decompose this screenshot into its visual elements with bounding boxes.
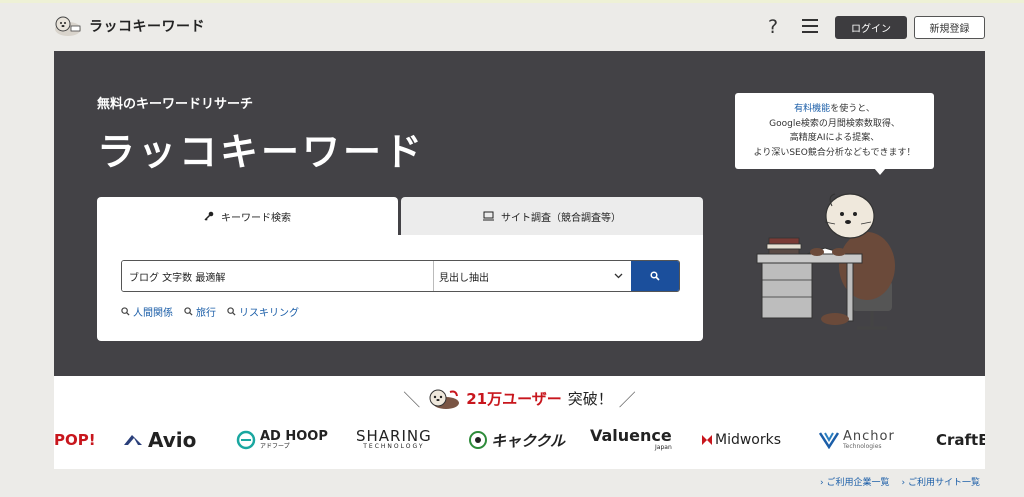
- client-logo-sharing-text: SHARING: [356, 426, 432, 445]
- premium-features-link[interactable]: 有料機能: [794, 104, 830, 114]
- user-count-suffix: 突破！: [567, 390, 613, 408]
- top-accent-line: [0, 0, 1024, 3]
- search-box: 見出し抽出: [121, 260, 680, 292]
- logo-text: ラッコキーワード: [89, 19, 205, 35]
- search-icon: [121, 307, 130, 316]
- tab-site-research-label: サイト調査（競合調査等）: [501, 212, 621, 224]
- client-logo-valuence-subtext: Japan: [655, 444, 672, 451]
- monitor-icon: [483, 211, 494, 221]
- suggestion-link[interactable]: 旅行: [184, 304, 216, 319]
- help-icon[interactable]: ?: [768, 17, 778, 37]
- hero-section: 無料のキーワードリサーチ ラッコキーワード キーワード検索 サイト調査（競合調査…: [54, 51, 985, 376]
- user-count: 21万ユーザー: [466, 390, 562, 408]
- search-panel: 見出し抽出 人間関係 旅行: [97, 235, 703, 341]
- site-logo[interactable]: ラッコキーワード: [53, 14, 205, 38]
- client-logo-sharing: SHARING TECHNOLOGY: [356, 426, 432, 454]
- client-logo-pop: POP!: [54, 426, 96, 454]
- chevron-down-icon: [614, 273, 623, 279]
- client-logo-craft: CraftB: [936, 426, 985, 454]
- client-logo-anchor-text: Anchor: [843, 429, 895, 444]
- bubble-tail: [874, 168, 886, 175]
- bubble-line-1: を使うと、: [830, 104, 875, 114]
- tab-keyword-search-label: キーワード検索: [221, 212, 291, 224]
- adhoop-mark-icon: [236, 430, 256, 450]
- client-logo-adhoop: AD HOOP アドフープ: [236, 426, 328, 454]
- search-button[interactable]: [631, 261, 679, 291]
- client-logo-anchor-subtext: Technologies: [843, 443, 882, 450]
- midworks-mark-icon: [702, 435, 712, 445]
- hero-subtitle: 無料のキーワードリサーチ: [97, 97, 254, 112]
- tab-site-research[interactable]: サイト調査（競合調査等）: [401, 197, 703, 235]
- suggestion-link[interactable]: リスキリング: [227, 304, 299, 319]
- slash-right: ／: [618, 391, 636, 411]
- search-mode-value: 見出し抽出: [439, 272, 489, 284]
- suggestion-label: リスキリング: [239, 308, 299, 319]
- hero-title: ラッコキーワード: [97, 130, 426, 174]
- suggestion-label: 人間関係: [133, 308, 173, 319]
- client-logo-anchor: Anchor Technologies: [819, 426, 895, 454]
- client-logo-valuence-text: Valuence: [590, 426, 672, 445]
- kyakkuru-mark-icon: [469, 431, 487, 449]
- client-logo-kyakkuru-text: キャククル: [491, 431, 565, 450]
- footer-links: › ご利用企業一覧 › ご利用サイト一覧: [820, 475, 980, 488]
- client-companies-link-label: ご利用企業一覧: [826, 478, 890, 488]
- client-logo-midworks-text: Midworks: [715, 432, 782, 448]
- signup-button[interactable]: 新規登録: [914, 16, 985, 39]
- client-sites-link[interactable]: › ご利用サイト一覧: [901, 475, 979, 488]
- client-logo-pop-text: POP!: [54, 431, 96, 449]
- suggested-keywords: 人間関係 旅行 リスキリング: [121, 304, 299, 319]
- anchor-mark-icon: [819, 432, 839, 449]
- suggestion-link[interactable]: 人間関係: [121, 304, 173, 319]
- keyword-search-input[interactable]: [122, 261, 434, 291]
- client-sites-link-label: ご利用サイト一覧: [907, 478, 980, 488]
- search-mode-select[interactable]: 見出し抽出: [434, 261, 631, 291]
- otter-mascot-icon: [429, 389, 460, 409]
- client-logo-avio-text: Avio: [148, 428, 197, 452]
- bubble-line-4: より深いSEO競合分析などもできます！: [753, 147, 916, 158]
- client-logo-adhoop-subtext: アドフープ: [260, 442, 290, 450]
- search-icon: [184, 307, 193, 316]
- user-count-banner: ＼ 21万ユーザー 突破！ ／: [54, 386, 985, 411]
- client-logos-band: ＼ 21万ユーザー 突破！ ／ POP! Avio AD HOOP アドフープ: [54, 376, 985, 469]
- login-button[interactable]: ログイン: [835, 16, 907, 39]
- search-icon: [227, 307, 236, 316]
- bubble-line-3: 高精度AIによる提案、: [789, 133, 880, 143]
- client-logo-row: POP! Avio AD HOOP アドフープ SHARING TECHNOLO…: [54, 426, 985, 454]
- premium-feature-bubble: 有料機能を使うと、 Google検索の月間検索数取得、 高精度AIによる提案、 …: [735, 93, 934, 169]
- client-logo-valuence: Valuence Japan: [590, 426, 672, 454]
- search-icon: [650, 271, 660, 281]
- tab-keyword-search[interactable]: キーワード検索: [97, 197, 398, 235]
- suggestion-label: 旅行: [196, 308, 216, 319]
- client-logo-craft-text: CraftB: [936, 431, 985, 449]
- slash-left: ＼: [403, 391, 421, 411]
- bubble-line-2: Google検索の月間検索数取得、: [769, 118, 900, 129]
- otter-at-desk-illustration: [756, 193, 895, 330]
- client-logo-sharing-subtext: TECHNOLOGY: [363, 442, 425, 450]
- client-logo-kyakkuru: キャククル: [468, 426, 565, 454]
- key-icon: [204, 211, 214, 221]
- client-companies-link[interactable]: › ご利用企業一覧: [820, 475, 889, 488]
- otter-logo-icon: [55, 16, 81, 36]
- avio-mark-icon: [124, 435, 142, 445]
- client-logo-avio: Avio: [122, 426, 196, 454]
- client-logo-midworks: Midworks: [702, 426, 781, 454]
- client-logo-adhoop-text: AD HOOP: [260, 428, 328, 444]
- hamburger-menu-icon[interactable]: [802, 19, 818, 35]
